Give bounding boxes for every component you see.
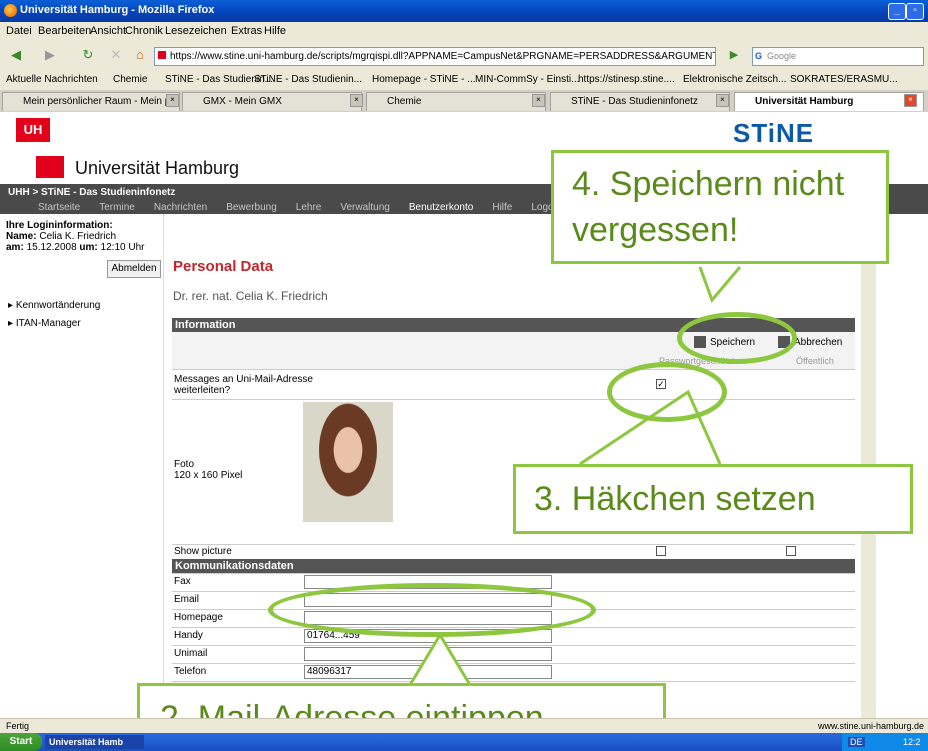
highlight-ring-email — [268, 583, 596, 637]
status-bar: Fertig www.stine.uni-hamburg.de — [0, 718, 928, 734]
language-indicator[interactable]: DE — [848, 737, 865, 747]
callout-pointer — [408, 632, 472, 686]
callout-step3: 3. Häkchen setzen — [513, 464, 913, 534]
callout-step4: 4. Speichern nicht vergessen! — [551, 150, 889, 264]
clock: 12:2 — [903, 737, 921, 747]
system-tray: DE 12:2 — [842, 733, 928, 751]
taskbar: Start Universität Hamb DE 12:2 — [0, 733, 928, 751]
taskbar-item-firefox[interactable]: Universität Hamb — [45, 735, 144, 749]
callout-pointer — [698, 266, 742, 303]
annotation-connectors — [408, 266, 742, 686]
highlight-ring-checkbox — [607, 362, 727, 422]
status-text: Fertig — [6, 721, 30, 731]
status-host: www.stine.uni-hamburg.de — [818, 721, 925, 731]
highlight-ring-save — [677, 312, 797, 364]
start-button[interactable]: Start — [0, 733, 42, 751]
